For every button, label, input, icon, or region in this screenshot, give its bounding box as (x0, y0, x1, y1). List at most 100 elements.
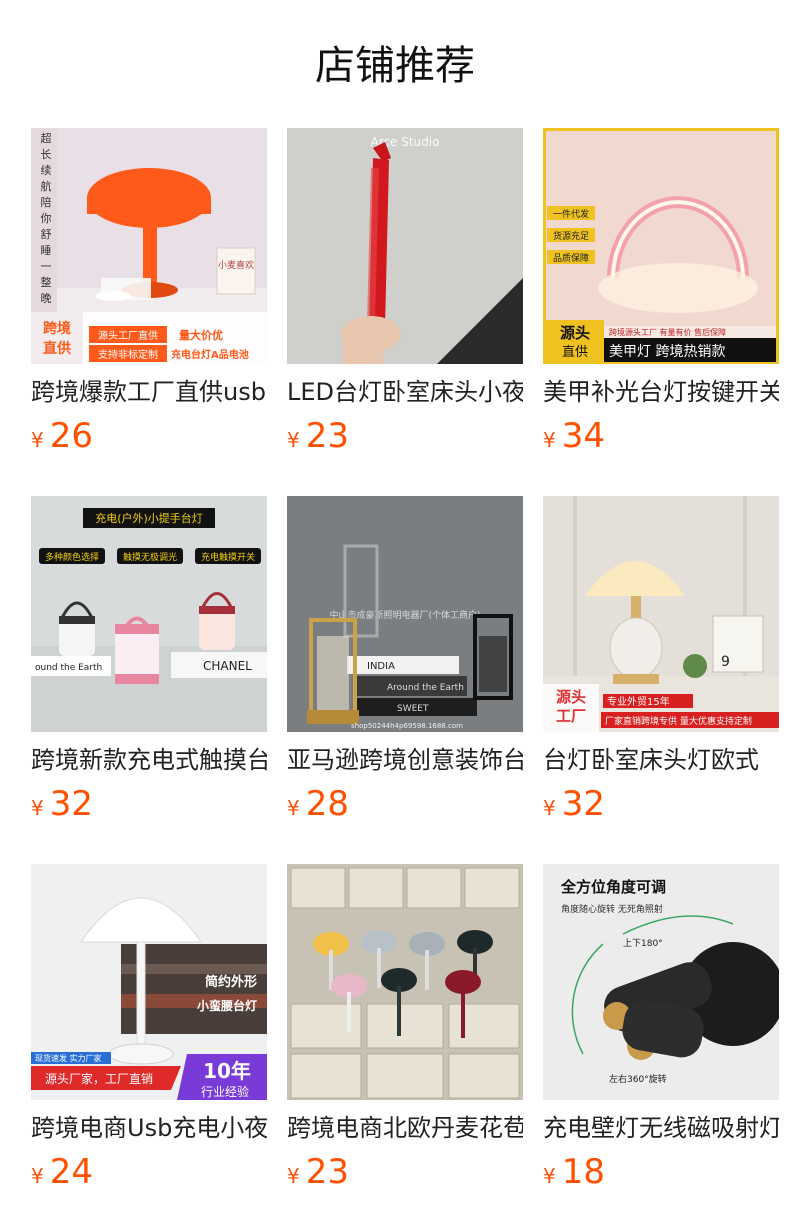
red-horn-lamp-image: Arce Studio (287, 128, 523, 364)
shop-recommend-page: 店铺推荐 超 长 续 航 陪 你 舒 睡 一 整 晚 小麦喜欢 跨境 直供 源头… (0, 0, 790, 1232)
product-title[interactable]: 跨境电商Usb充电小夜灯 (31, 1110, 267, 1146)
product-title[interactable]: 充电壁灯无线磁吸射灯 (543, 1110, 779, 1146)
product-title[interactable]: 亚马逊跨境创意装饰台灯 (287, 742, 523, 778)
page-title: 店铺推荐 (315, 43, 475, 89)
product-title[interactable]: LED台灯卧室床头小夜灯 (287, 374, 523, 410)
svg-text:INDIA: INDIA (367, 661, 395, 672)
svg-text:SWEET: SWEET (397, 704, 429, 714)
svg-text:厂家直销跨境专供 量大优惠支持定制: 厂家直销跨境专供 量大优惠支持定制 (605, 715, 752, 727)
currency-symbol: ¥ (287, 1164, 300, 1188)
svg-text:支持非标定制: 支持非标定制 (98, 348, 158, 361)
svg-text:陪: 陪 (41, 195, 52, 209)
svg-text:直供: 直供 (562, 345, 588, 360)
product-title[interactable]: 跨境新款充电式触摸台灯 (31, 742, 267, 778)
svg-text:一: 一 (41, 260, 52, 273)
svg-text:美甲灯 跨境热销款: 美甲灯 跨境热销款 (609, 344, 725, 360)
product-price: ¥24 (31, 1152, 93, 1192)
product-card[interactable]: 一件代发 货源充足 品质保障 源头 直供 跨境源头工厂 有量有价 售后保障 美甲… (543, 128, 779, 468)
crystal-mushroom-lamp-image: 9 源头 工厂 专业外贸15年 厂家直销跨境专供 量大优惠支持定制 (543, 496, 779, 732)
price-value: 32 (561, 784, 605, 824)
product-price: ¥34 (543, 416, 605, 456)
currency-symbol: ¥ (543, 796, 556, 820)
product-title[interactable]: 跨境电商北欧丹麦花苞 (287, 1110, 523, 1146)
svg-text:10年: 10年 (203, 1059, 251, 1083)
svg-text:9: 9 (721, 654, 730, 670)
svg-text:充电台灯A品电池: 充电台灯A品电池 (171, 348, 249, 361)
price-value: 18 (561, 1152, 605, 1192)
price-value: 32 (49, 784, 93, 824)
svg-text:航: 航 (41, 179, 52, 193)
svg-text:一件代发: 一件代发 (553, 208, 589, 220)
svg-text:左右360°旋转: 左右360°旋转 (609, 1073, 667, 1085)
svg-text:充电触摸开关: 充电触摸开关 (201, 551, 255, 563)
currency-symbol: ¥ (543, 428, 556, 452)
cage-lantern-lamp-image: 中山市成豪斯照明电器厂(个体工商户) INDIA Around the Eart… (287, 496, 523, 732)
product-price: ¥23 (287, 416, 349, 456)
product-title[interactable]: 台灯卧室床头灯欧式 (543, 742, 779, 778)
product-price: ¥23 (287, 1152, 349, 1192)
currency-symbol: ¥ (543, 1164, 556, 1188)
svg-text:睡: 睡 (41, 244, 52, 257)
svg-text:多种颜色选择: 多种颜色选择 (45, 551, 99, 563)
nail-arch-lamp-image: 一件代发 货源充足 品质保障 源头 直供 跨境源头工厂 有量有价 售后保障 美甲… (543, 128, 779, 364)
svg-text:舒: 舒 (41, 227, 52, 241)
product-card[interactable]: 简约外形 小蛮腰台灯 现货速发 实力厂家 源头厂家，工厂直销 10年 行业经验 … (31, 864, 267, 1204)
svg-text:行业经验: 行业经验 (201, 1084, 249, 1099)
svg-text:小蛮腰台灯: 小蛮腰台灯 (197, 998, 257, 1013)
product-price: ¥32 (543, 784, 605, 824)
product-image[interactable]: 全方位角度可调 角度随心旋转 无死角照射 上下180° 左右360°旋转 (543, 864, 779, 1100)
product-card[interactable]: 超 长 续 航 陪 你 舒 睡 一 整 晚 小麦喜欢 跨境 直供 源头工厂直供 … (31, 128, 267, 468)
svg-text:整: 整 (41, 275, 52, 289)
svg-text:角度随心旋转 无死角照射: 角度随心旋转 无死角照射 (561, 903, 663, 915)
currency-symbol: ¥ (287, 428, 300, 452)
product-card[interactable]: 中山市成豪斯照明电器厂(个体工商户) INDIA Around the Eart… (287, 496, 523, 836)
svg-text:源头: 源头 (556, 688, 586, 706)
svg-text:源头: 源头 (560, 324, 590, 342)
svg-text:品质保障: 品质保障 (553, 252, 589, 264)
mushroom-lamp-image: 超 长 续 航 陪 你 舒 睡 一 整 晚 小麦喜欢 跨境 直供 源头工厂直供 … (31, 128, 267, 364)
portable-lantern-lamp-image: 充电(户外)小提手台灯 多种颜色选择 触摸无极调光 充电触摸开关 ound th… (31, 496, 267, 732)
white-dome-lamp-image: 简约外形 小蛮腰台灯 现货速发 实力厂家 源头厂家，工厂直销 10年 行业经验 (31, 864, 267, 1100)
product-title[interactable]: 美甲补光台灯按键开关 (543, 374, 779, 410)
svg-text:你: 你 (41, 212, 52, 225)
product-card[interactable]: 充电(户外)小提手台灯 多种颜色选择 触摸无极调光 充电触摸开关 ound th… (31, 496, 267, 836)
product-card[interactable]: 跨境电商北欧丹麦花苞 ¥23 (287, 864, 523, 1204)
product-card[interactable]: Arce Studio LED台灯卧室床头小夜灯 ¥23 (287, 128, 523, 468)
wall-spotlight-image: 全方位角度可调 角度随心旋转 无死角照射 上下180° 左右360°旋转 (543, 864, 779, 1100)
svg-text:源头厂家，工厂直销: 源头厂家，工厂直销 (45, 1071, 153, 1086)
price-value: 28 (305, 784, 349, 824)
price-value: 23 (305, 1152, 349, 1192)
svg-text:货源充足: 货源充足 (553, 230, 589, 242)
product-image[interactable]: 充电(户外)小提手台灯 多种颜色选择 触摸无极调光 充电触摸开关 ound th… (31, 496, 267, 732)
svg-text:量大价优: 量大价优 (179, 328, 223, 342)
currency-symbol: ¥ (31, 428, 44, 452)
svg-text:ound the Earth: ound the Earth (35, 663, 102, 673)
svg-text:长: 长 (41, 148, 52, 161)
product-image[interactable]: 9 源头 工厂 专业外贸15年 厂家直销跨境专供 量大优惠支持定制 (543, 496, 779, 732)
svg-text:shop50244h4p69598.1688.com: shop50244h4p69598.1688.com (351, 722, 463, 730)
product-title[interactable]: 跨境爆款工厂直供usb (31, 374, 267, 410)
product-image[interactable]: 一件代发 货源充足 品质保障 源头 直供 跨境源头工厂 有量有价 售后保障 美甲… (543, 128, 779, 364)
svg-text:现货速发 实力厂家: 现货速发 实力厂家 (35, 1053, 102, 1063)
product-image[interactable]: Arce Studio (287, 128, 523, 364)
product-image[interactable]: 简约外形 小蛮腰台灯 现货速发 实力厂家 源头厂家，工厂直销 10年 行业经验 (31, 864, 267, 1100)
svg-text:晚: 晚 (41, 292, 52, 305)
svg-text:跨境: 跨境 (43, 320, 71, 337)
product-image[interactable] (287, 864, 523, 1100)
svg-text:工厂: 工厂 (556, 707, 586, 725)
flowerpot-lamps-image (287, 864, 523, 1100)
svg-text:简约外形: 简约外形 (205, 974, 257, 990)
product-price: ¥18 (543, 1152, 605, 1192)
currency-symbol: ¥ (31, 1164, 44, 1188)
product-image[interactable]: 超 长 续 航 陪 你 舒 睡 一 整 晚 小麦喜欢 跨境 直供 源头工厂直供 … (31, 128, 267, 364)
product-price: ¥26 (31, 416, 93, 456)
product-card[interactable]: 9 源头 工厂 专业外贸15年 厂家直销跨境专供 量大优惠支持定制 台灯卧室床头… (543, 496, 779, 836)
svg-text:充电(户外)小提手台灯: 充电(户外)小提手台灯 (95, 511, 203, 525)
svg-text:Around the Earth: Around the Earth (387, 683, 464, 693)
price-value: 26 (49, 416, 93, 456)
svg-text:专业外贸15年: 专业外贸15年 (607, 695, 670, 708)
product-card[interactable]: 全方位角度可调 角度随心旋转 无死角照射 上下180° 左右360°旋转 充电壁… (543, 864, 779, 1204)
currency-symbol: ¥ (287, 796, 300, 820)
product-image[interactable]: 中山市成豪斯照明电器厂(个体工商户) INDIA Around the Eart… (287, 496, 523, 732)
svg-text:CHANEL: CHANEL (203, 659, 252, 673)
